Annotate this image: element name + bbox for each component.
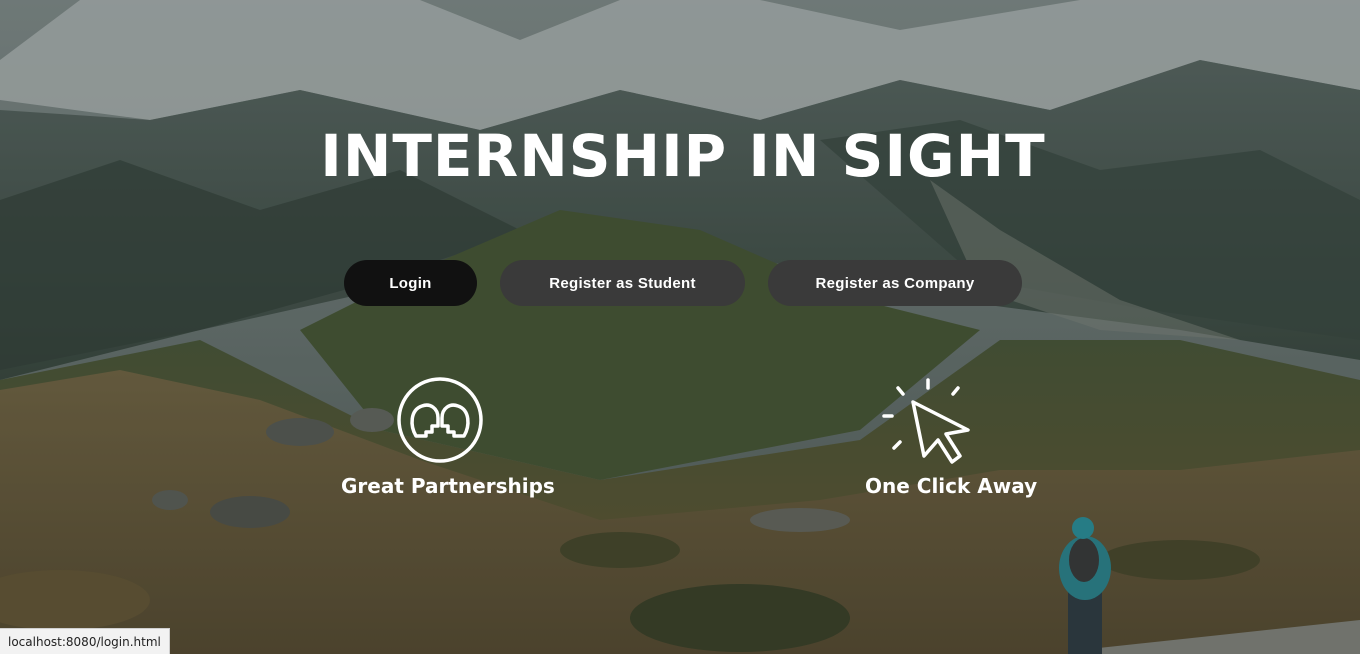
partnership-heads-icon	[396, 376, 484, 468]
mountain-landscape-image	[0, 0, 1360, 654]
cursor-click-icon	[880, 376, 976, 472]
login-button[interactable]: Login	[344, 260, 477, 306]
feature-label-one-click: One Click Away	[865, 474, 1038, 498]
feature-label-partnerships: Great Partnerships	[341, 474, 555, 498]
hero-background: INTERNSHIP IN SIGHT Login Register as St…	[0, 0, 1360, 654]
browser-status-url: localhost:8080/login.html	[0, 628, 170, 654]
register-student-button[interactable]: Register as Student	[500, 260, 745, 306]
page-title: INTERNSHIP IN SIGHT	[320, 122, 1046, 190]
register-company-button[interactable]: Register as Company	[768, 260, 1022, 306]
